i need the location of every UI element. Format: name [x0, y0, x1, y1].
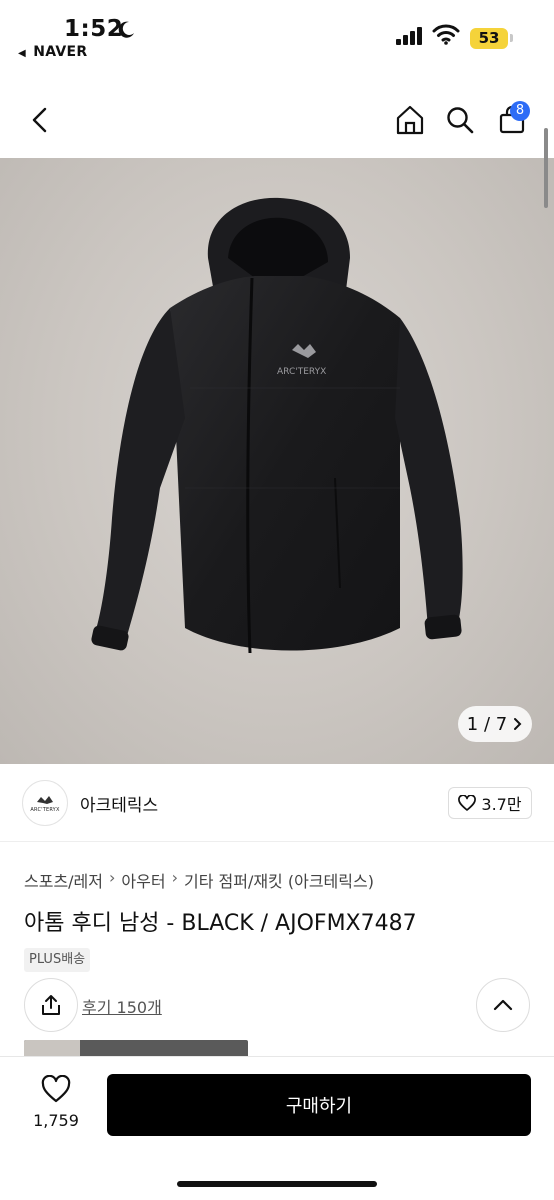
status-bar: 1:52 ◀ NAVER 53	[0, 0, 554, 72]
brand-logo-text: ARC'TERYX	[30, 806, 60, 813]
chevron-up-icon	[493, 999, 513, 1011]
page-scrollbar[interactable]	[544, 128, 548, 208]
chevron-right-icon: ›	[171, 868, 178, 887]
brand-like-button[interactable]: 3.7만	[448, 787, 532, 819]
brand-logo[interactable]: ARC'TERYX	[22, 780, 68, 826]
product-image[interactable]: ARC'TERYX	[0, 158, 554, 764]
home-button[interactable]	[392, 102, 428, 138]
image-pager[interactable]: 1 / 7	[458, 706, 532, 742]
battery-indicator: 53	[470, 28, 508, 49]
home-icon	[396, 105, 424, 135]
arcteryx-bird-icon	[37, 795, 53, 804]
signal-icon	[396, 27, 422, 45]
wifi-icon	[432, 24, 460, 45]
brand-name[interactable]: 아크테릭스	[80, 791, 158, 816]
brand-row[interactable]: ARC'TERYX 아크테릭스 3.7만	[0, 764, 554, 842]
back-app-label: NAVER	[33, 44, 88, 60]
moon-icon	[118, 21, 134, 38]
search-icon	[447, 107, 474, 134]
share-icon	[42, 995, 60, 1015]
back-triangle-icon: ◀	[18, 48, 26, 59]
battery-tip	[510, 34, 513, 42]
back-icon	[32, 107, 47, 133]
wishlist-count: 1,759	[33, 1111, 79, 1130]
reviews-link[interactable]: 후기 150개	[82, 994, 162, 1018]
shipping-badge: PLUS배송	[24, 948, 91, 972]
scroll-top-button[interactable]	[476, 978, 530, 1032]
share-button[interactable]	[24, 978, 78, 1032]
back-button[interactable]	[22, 102, 58, 138]
buy-button[interactable]: 구매하기	[107, 1074, 531, 1136]
status-time: 1:52	[64, 16, 124, 42]
heart-icon	[458, 795, 477, 811]
wishlist-button[interactable]: 1,759	[28, 1074, 84, 1130]
chevron-right-icon	[514, 718, 522, 730]
pager-text: 1 / 7	[466, 713, 508, 735]
product-title: 아톰 후디 남성 - BLACK / AJOFMX7487	[24, 911, 417, 936]
chevron-right-icon: ›	[109, 868, 116, 887]
top-nav	[0, 80, 554, 158]
back-to-app[interactable]: ◀ NAVER	[18, 44, 87, 60]
home-indicator[interactable]	[177, 1181, 377, 1187]
breadcrumb-item[interactable]: 기타 점퍼/재킷 (아크테릭스)	[184, 868, 374, 892]
cart-count-badge: 8	[510, 101, 530, 121]
breadcrumb-item[interactable]: 아우터	[121, 868, 165, 892]
breadcrumb-item[interactable]: 스포츠/레저	[24, 868, 103, 892]
bottom-action-bar: 1,759 구매하기	[0, 1056, 554, 1200]
heart-icon	[41, 1074, 71, 1103]
brand-like-count: 3.7만	[481, 795, 522, 814]
jacket-illustration: ARC'TERYX	[91, 197, 463, 654]
jacket-logo-text: ARC'TERYX	[277, 367, 326, 377]
breadcrumb: 스포츠/레저 › 아우터 › 기타 점퍼/재킷 (아크테릭스)	[24, 868, 374, 892]
search-button[interactable]	[442, 102, 478, 138]
